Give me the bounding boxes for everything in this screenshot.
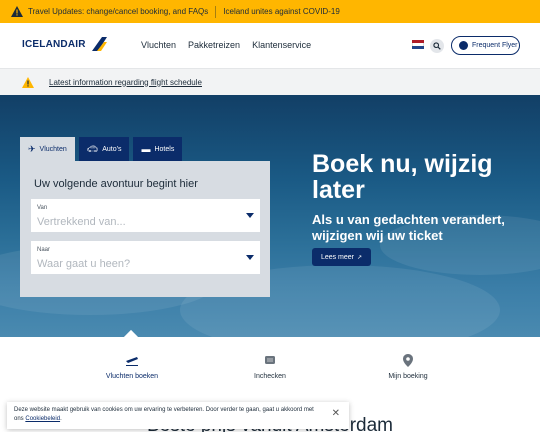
plane-icon: ✈ [28,143,36,154]
search-button[interactable] [430,39,444,53]
plane-departure-icon [77,353,187,367]
seat-icon [215,353,325,367]
close-icon[interactable]: ✕ [332,409,340,419]
chevron-down-icon [246,213,254,218]
covid-link[interactable]: Iceland unites against COVID-19 [223,7,340,16]
netherlands-flag-icon[interactable] [412,40,424,49]
divider [215,5,217,18]
cookie-text-end: . [60,416,62,422]
warning-icon [22,76,34,88]
booking-panel: Uw volgende avontuur begint hier Van Ver… [20,161,270,297]
hero-subheading: Als u van gedachten verandert, wijzigen … [312,212,505,243]
booking-title: Uw volgende avontuur begint hier [34,178,198,190]
travel-updates-bar: Travel Updates: change/cancel booking, a… [0,0,540,23]
to-field[interactable]: Naar Waar gaat u heen? [31,241,260,274]
to-placeholder: Waar gaat u heen? [37,258,131,270]
from-field[interactable]: Van Vertrekkend van... [31,199,260,232]
tab-label: Vluchten [39,145,67,153]
frequent-flyer-label: Frequent Flyer [472,42,518,49]
booking-tabs: ✈ Vluchten 🚗︎ Auto's ▬ Hotels [20,137,183,161]
quick-link-my-booking[interactable]: Mijn boeking [353,353,463,380]
nav-item-klantenservice[interactable]: Klantenservice [252,40,311,50]
user-icon [459,41,468,50]
from-label: Van [37,205,48,211]
nav-item-pakketreizen[interactable]: Pakketreizen [188,40,240,50]
from-placeholder: Vertrekkend van... [37,216,126,228]
logo-wing-icon [91,37,107,51]
icelandair-logo[interactable]: ICELANDAIR [22,35,108,53]
frequent-flyer-button[interactable]: Frequent Flyer [451,36,520,55]
main-nav: Vluchten Pakketreizen Klantenservice [141,40,311,50]
tab-autos[interactable]: 🚗︎ Auto's [78,137,130,161]
chevron-down-icon [246,255,254,260]
to-label: Naar [37,247,51,253]
quick-link-label: Inchecken [254,373,286,380]
quick-links: Vluchten boeken Inchecken Mijn boeking [0,329,540,395]
cookie-banner: Deze website maakt gebruik van cookies o… [7,402,349,429]
read-more-button[interactable]: Lees meer ↗ [312,248,371,266]
hero-section: ✈ Vluchten 🚗︎ Auto's ▬ Hotels Uw volgend… [0,95,540,337]
hero-heading: Boek nu, wijzig later [312,150,493,204]
quick-link-check-in[interactable]: Inchecken [215,353,325,380]
tab-vluchten[interactable]: ✈ Vluchten [20,137,75,161]
flight-schedule-link[interactable]: Latest information regarding flight sche… [49,78,202,87]
location-pin-icon [353,353,463,367]
travel-updates-link[interactable]: Travel Updates: change/cancel booking, a… [28,7,208,16]
quick-link-label: Mijn boeking [388,373,428,380]
warning-icon [10,5,24,18]
cookie-policy-link[interactable]: Cookiebeleid [25,416,60,422]
search-icon [433,42,441,50]
tab-hotels[interactable]: ▬ Hotels [133,137,183,161]
tab-label: Auto's [102,145,122,153]
schedule-alert-bar: Latest information regarding flight sche… [0,68,540,95]
read-more-label: Lees meer [320,253,355,261]
car-icon: 🚗︎ [86,143,99,154]
external-link-icon: ↗ [357,254,363,261]
tab-label: Hotels [154,145,175,153]
bed-icon: ▬ [141,144,151,154]
main-header: ICELANDAIR Vluchten Pakketreizen Klanten… [0,23,540,68]
nav-item-vluchten[interactable]: Vluchten [141,40,176,50]
logo-text: ICELANDAIR [22,38,86,50]
quick-link-label: Vluchten boeken [105,373,159,380]
quick-link-book-flights[interactable]: Vluchten boeken [77,353,187,380]
